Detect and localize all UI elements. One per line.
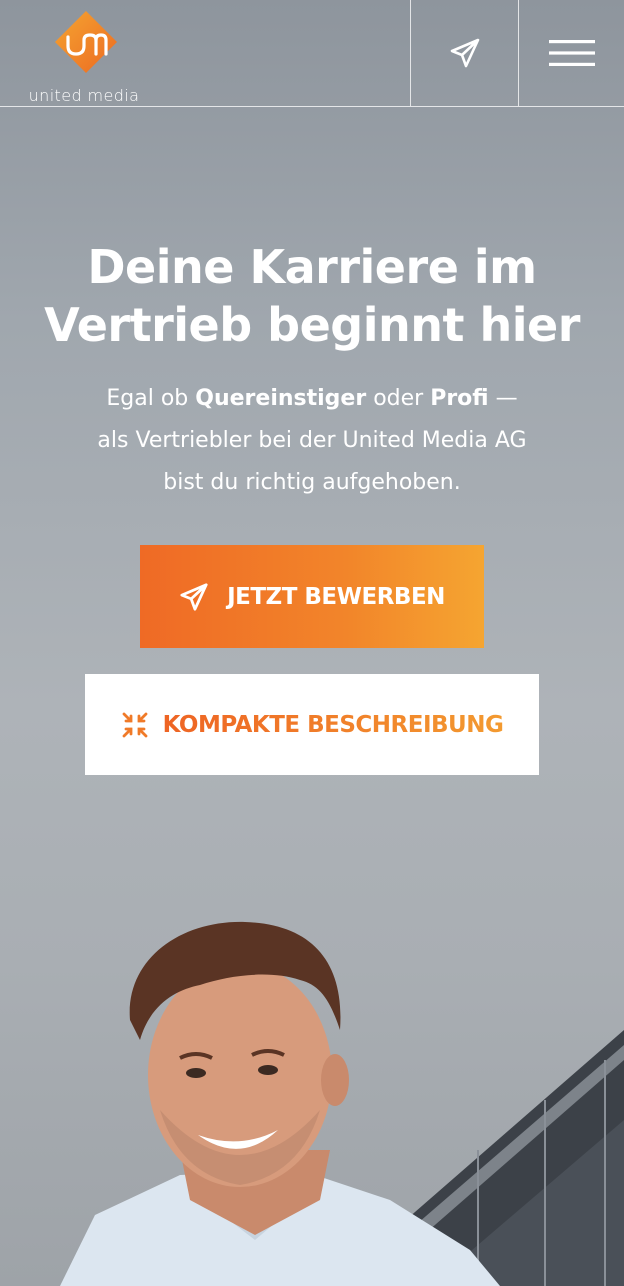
paper-plane-icon xyxy=(450,38,479,68)
logo-text: united media xyxy=(28,86,140,105)
compact-description-label: KOMPAKTE BESCHREIBUNG xyxy=(162,711,504,738)
subtext-bold-2: Profi xyxy=(430,386,489,411)
united-media-logo[interactable]: united media xyxy=(24,10,144,105)
hero-section: united media Deine Karriere im Vertrieb … xyxy=(0,0,624,1286)
compact-description-button[interactable]: KOMPAKTE BESCHREIBUNG xyxy=(85,674,539,775)
logo-mark-icon xyxy=(55,11,117,73)
subtext-bold-1: Quereinstiger xyxy=(195,386,367,411)
hero-subtext: Egal ob Quereinstiger oder Profi — als V… xyxy=(40,378,584,504)
subtext-line-3: bist du richtig aufgehoben. xyxy=(163,470,461,495)
site-header: united media xyxy=(0,0,624,107)
menu-toggle-button[interactable] xyxy=(518,0,624,106)
header-apply-button[interactable] xyxy=(410,0,518,106)
apply-now-label: JETZT BEWERBEN xyxy=(227,583,445,610)
headline-line-2: Vertrieb beginnt hier xyxy=(44,298,580,352)
subtext-part-2: oder xyxy=(366,386,431,411)
subtext-part-3: — xyxy=(488,386,518,411)
subtext-part-1: Egal ob xyxy=(106,386,196,411)
apply-now-button[interactable]: JETZT BEWERBEN xyxy=(140,545,484,648)
hero-headline: Deine Karriere im Vertrieb beginnt hier xyxy=(20,238,604,354)
subtext-line-2: als Vertriebler bei der United Media AG xyxy=(97,428,527,453)
paper-plane-icon xyxy=(180,582,208,611)
headline-line-1: Deine Karriere im xyxy=(87,240,537,294)
hamburger-menu-icon xyxy=(548,40,595,66)
collapse-arrows-icon xyxy=(122,712,148,737)
